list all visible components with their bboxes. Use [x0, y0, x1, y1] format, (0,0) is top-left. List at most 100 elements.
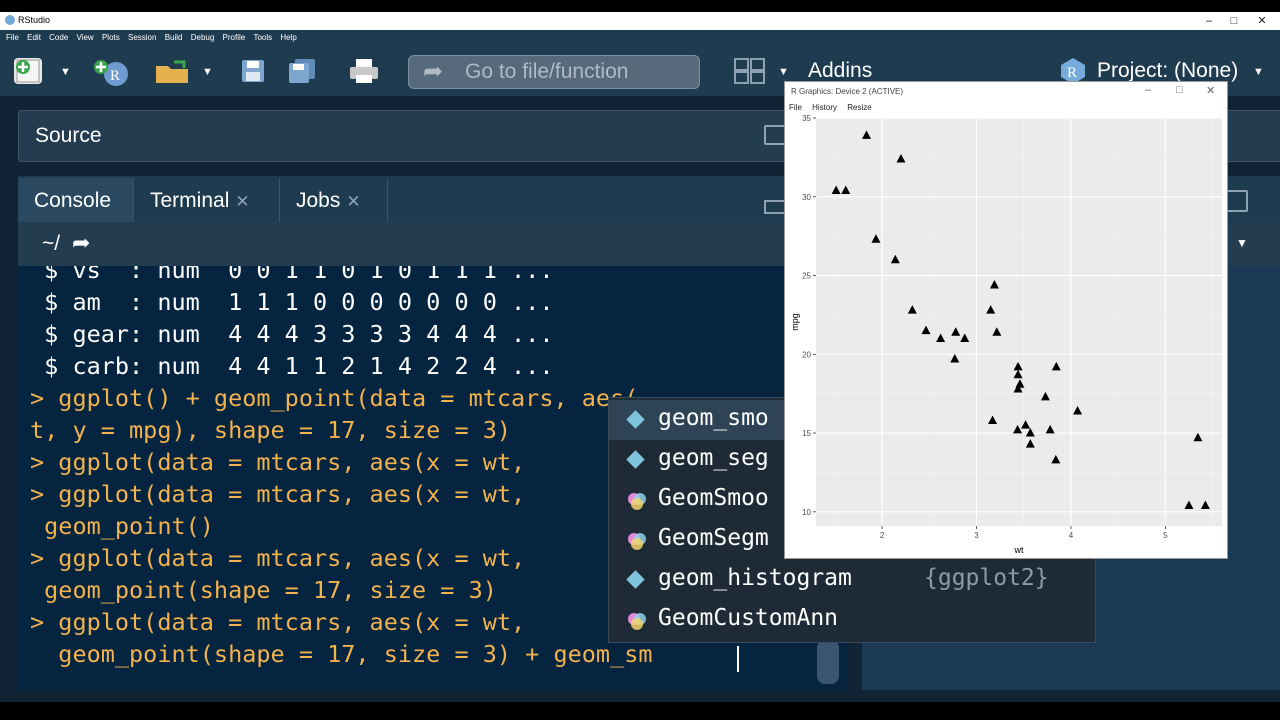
console-command-line: > ggplot(data = mtcars, aes(x = wt, — [30, 544, 526, 572]
menu-tools[interactable]: Tools — [253, 33, 272, 42]
autocomplete-item-package: {ggplot2} — [924, 565, 1049, 591]
save-all-icon[interactable] — [287, 58, 315, 84]
pane-dropdown-icon[interactable]: ▼ — [1236, 236, 1248, 250]
autocomplete-item-name: GeomSegm — [658, 525, 769, 551]
rstudio-app-icon — [5, 15, 15, 25]
plot-panel — [816, 118, 1222, 526]
go-to-file-input[interactable]: ➦ Go to file/function — [408, 55, 700, 89]
y-tick-label: 25 — [802, 272, 811, 281]
console-output-line: $ am : num 1 1 1 0 0 0 0 0 0 0 ... — [30, 288, 554, 316]
object-circles-icon — [627, 491, 646, 510]
menu-view[interactable]: View — [77, 33, 94, 42]
autocomplete-item[interactable]: geom_histogram {ggplot2} — [609, 560, 1095, 600]
menubar: File Edit Code View Plots Session Build … — [0, 30, 1280, 46]
window-title: RStudio — [18, 15, 51, 25]
y-tick-label: 20 — [802, 350, 811, 359]
autocomplete-item-name: geom_histogram — [658, 565, 852, 591]
console-command-line: geom_point() — [30, 512, 214, 540]
menu-edit[interactable]: Edit — [27, 33, 41, 42]
menu-code[interactable]: Code — [49, 33, 68, 42]
save-icon[interactable] — [240, 58, 268, 84]
console-command-line: > ggplot(data = mtcars, aes(x = wt, — [30, 448, 526, 476]
layout-dropdown-icon[interactable]: ▼ — [778, 66, 789, 78]
console-output-line: $ carb: num 4 4 1 1 2 1 4 2 2 4 ... — [30, 352, 554, 380]
y-tick-label: 15 — [802, 429, 811, 438]
window-titlebar: RStudio – □ ✕ — [0, 12, 1280, 30]
function-diamond-icon — [626, 410, 645, 429]
autocomplete-item-name: GeomSmoo — [658, 485, 769, 511]
console-output-line: $ vs : num 0 0 1 1 0 1 0 1 1 1 ... — [30, 266, 554, 284]
maximize-icon[interactable]: □ — [1176, 84, 1183, 96]
open-dropdown-icon[interactable]: ▼ — [202, 66, 213, 78]
autocomplete-item[interactable]: GeomCustomAnn — [609, 600, 1095, 640]
new-file-dropdown-icon[interactable]: ▼ — [60, 66, 71, 78]
svg-text:R: R — [110, 68, 120, 84]
tab-terminal[interactable]: Terminal ✕ — [134, 178, 280, 222]
console-command-line: > ggplot(data = mtcars, aes(x = wt, — [30, 608, 526, 636]
close-tab-icon[interactable]: ✕ — [346, 192, 360, 211]
y-tick-label: 35 — [802, 114, 811, 123]
menu-session[interactable]: Session — [128, 33, 156, 42]
print-icon[interactable] — [348, 58, 378, 84]
autocomplete-item-name: GeomCustomAnn — [658, 605, 839, 631]
graphics-window-title: R Graphics: Device 2 (ACTIVE) — [791, 87, 904, 96]
graphics-menu-file[interactable]: File — [789, 103, 802, 112]
function-diamond-icon — [626, 450, 645, 469]
console-command-line: geom_point(shape = 17, size = 3) — [30, 576, 497, 604]
menu-debug[interactable]: Debug — [191, 33, 215, 42]
menu-build[interactable]: Build — [165, 33, 183, 42]
menu-profile[interactable]: Profile — [223, 33, 246, 42]
object-circles-icon — [627, 611, 646, 630]
autocomplete-item-name: geom_smo — [658, 405, 769, 431]
goto-directory-arrow-icon[interactable]: ➦ — [72, 230, 90, 256]
new-file-icon[interactable] — [14, 58, 42, 84]
function-diamond-icon — [626, 570, 645, 589]
svg-text:R: R — [1067, 65, 1077, 81]
y-tick-label: 30 — [802, 193, 811, 202]
project-dropdown-icon[interactable]: ▼ — [1253, 66, 1264, 78]
graphics-menubar: File History Resize — [789, 103, 880, 112]
x-tick-label: 2 — [880, 531, 885, 540]
project-menu[interactable]: Project: (None) — [1097, 59, 1238, 83]
autocomplete-item-name: geom_seg — [658, 445, 769, 471]
console-command-line: geom_point(shape = 17, size = 3) + geom_… — [30, 640, 653, 668]
x-tick-label: 4 — [1069, 531, 1074, 540]
close-icon[interactable]: ✕ — [1206, 84, 1215, 97]
console-output-line: $ gear: num 4 4 4 3 3 3 3 4 4 4 ... — [30, 320, 554, 348]
minimize-icon[interactable]: – — [1145, 84, 1151, 96]
menu-plots[interactable]: Plots — [102, 33, 120, 42]
y-axis-label: mpg — [790, 313, 800, 331]
minimize-icon[interactable]: – — [1197, 12, 1221, 30]
tab-console[interactable]: Console — [18, 178, 134, 222]
menu-help[interactable]: Help — [280, 33, 296, 42]
source-pane-title: Source — [35, 124, 102, 147]
open-folder-icon[interactable] — [154, 58, 188, 84]
x-tick-label: 5 — [1163, 531, 1168, 540]
grid-layout-icon[interactable] — [734, 58, 766, 89]
go-to-file-placeholder: Go to file/function — [465, 60, 629, 83]
working-directory[interactable]: ~/ — [42, 232, 60, 256]
console-command-line: > ggplot() + geom_point(data = mtcars, a… — [30, 384, 639, 412]
tab-jobs[interactable]: Jobs ✕ — [280, 178, 388, 222]
new-project-icon[interactable]: R — [92, 58, 128, 86]
y-tick-label: 10 — [802, 508, 811, 517]
tab-terminal-label: Terminal — [150, 189, 230, 212]
r-graphics-window[interactable]: R Graphics: Device 2 (ACTIVE) – □ ✕ File… — [784, 81, 1228, 559]
go-to-arrow-icon: ➦ — [423, 58, 444, 85]
console-command-line: t, y = mpg), shape = 17, size = 3) — [30, 416, 512, 444]
maximize-icon[interactable]: □ — [1222, 12, 1246, 30]
close-icon[interactable]: ✕ — [1250, 12, 1274, 30]
x-tick-label: 3 — [974, 531, 979, 540]
addins-menu[interactable]: Addins — [808, 59, 872, 83]
x-axis-label: wt — [1014, 545, 1024, 555]
object-circles-icon — [627, 531, 646, 550]
menu-file[interactable]: File — [6, 33, 19, 42]
text-cursor — [737, 646, 739, 672]
graphics-menu-resize[interactable]: Resize — [847, 103, 871, 112]
tab-console-label: Console — [34, 189, 112, 212]
close-tab-icon[interactable]: ✕ — [235, 192, 249, 211]
graphics-menu-history[interactable]: History — [812, 103, 837, 112]
console-scrollbar[interactable] — [817, 640, 839, 684]
scatter-plot: 2 3 4 5 10 15 20 25 30 35 wt mpg — [790, 114, 1222, 555]
tab-jobs-label: Jobs — [296, 189, 341, 212]
